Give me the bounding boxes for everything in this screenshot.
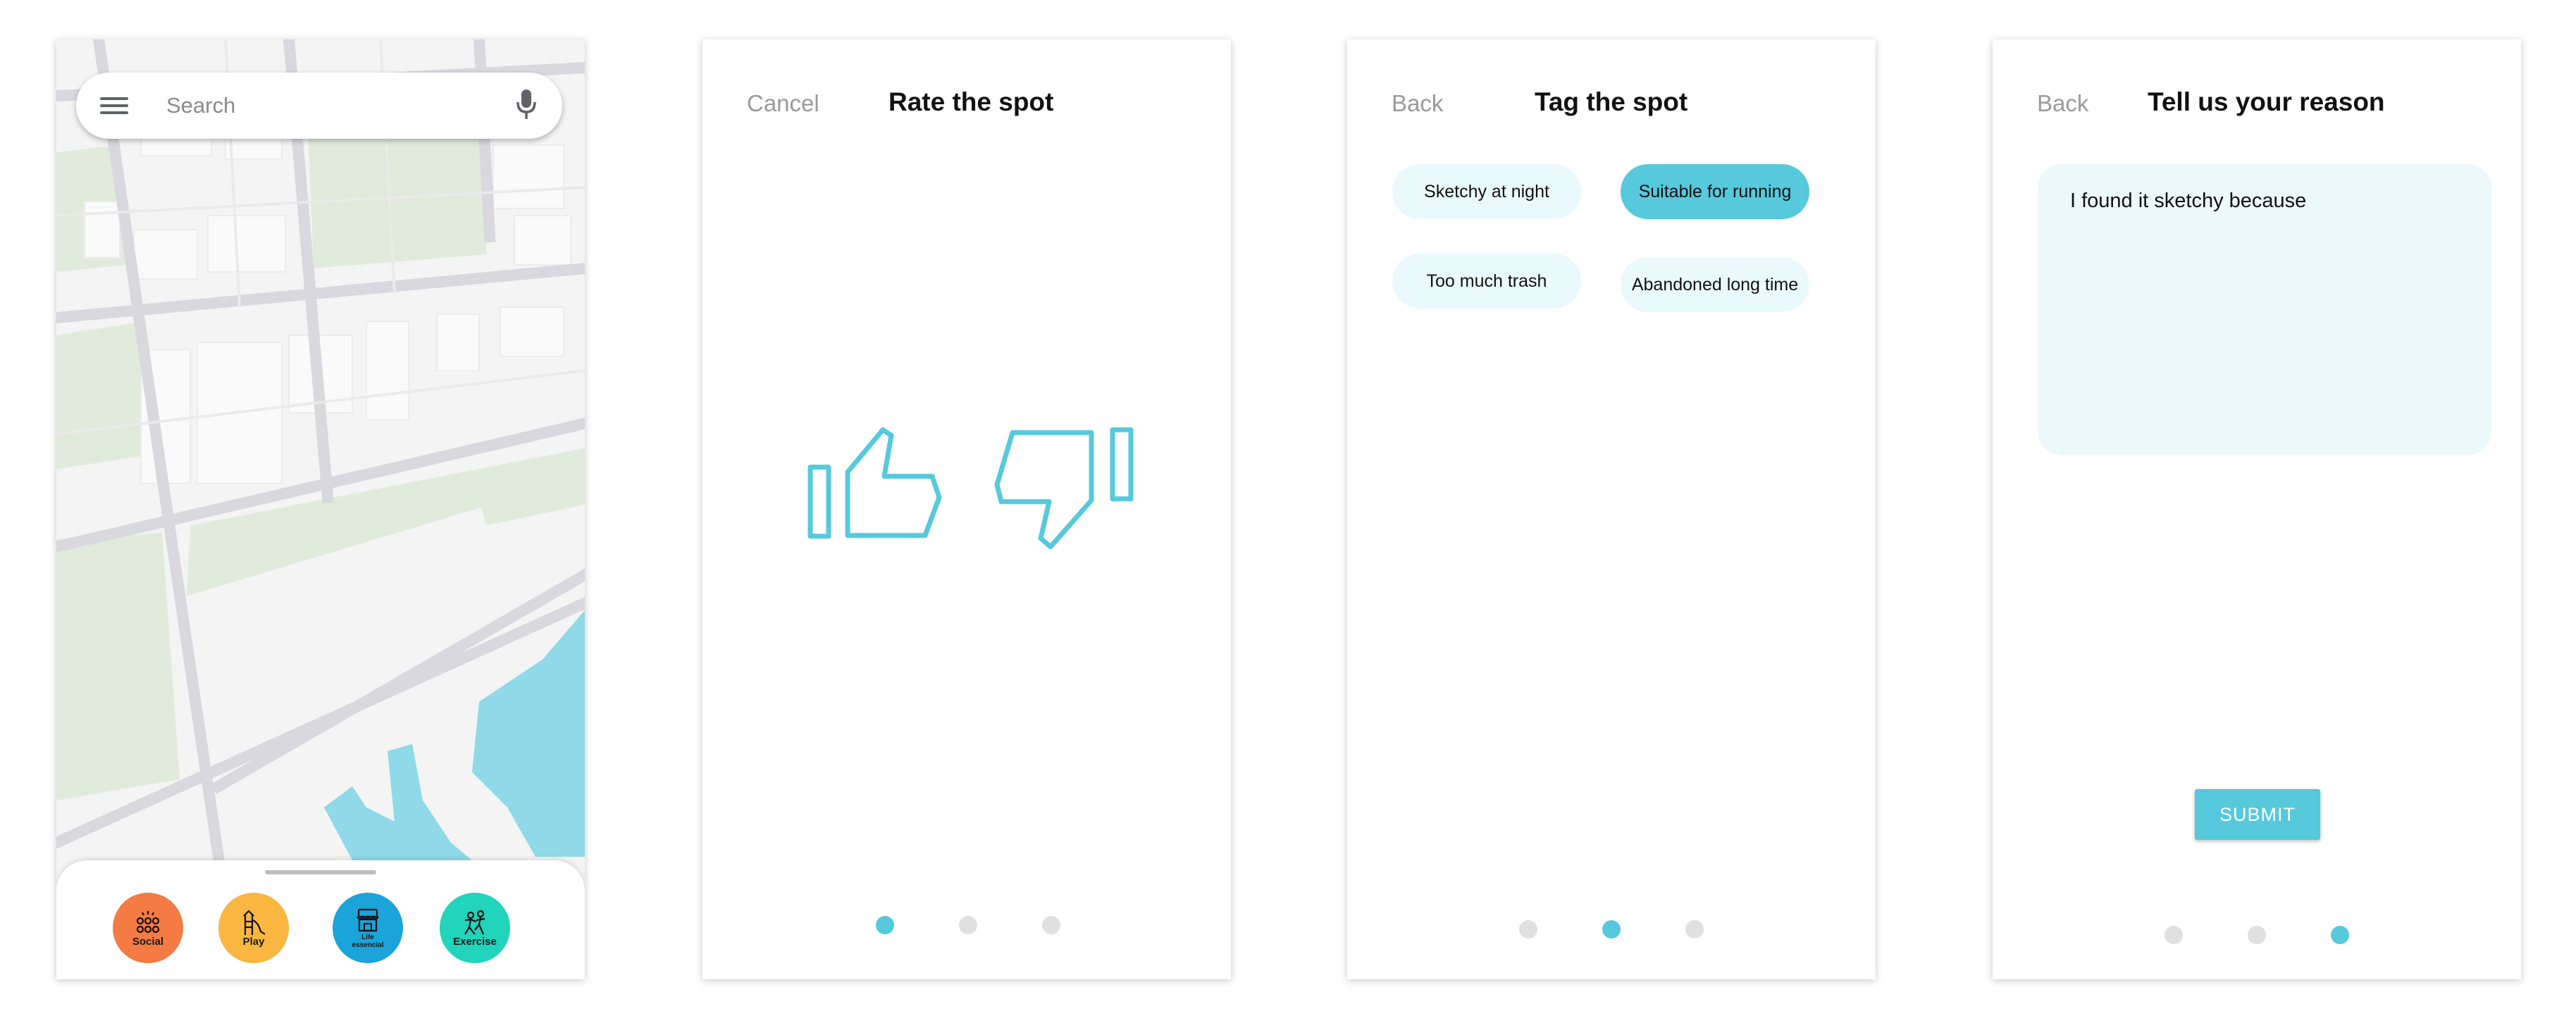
microphone-icon[interactable] [516,88,537,120]
page-dot-active [1602,920,1621,938]
page-dot [2165,926,2183,944]
tag-screen: Back Tag the spot Sketchy at night Suita… [1347,39,1876,979]
page-dot [1685,920,1704,938]
category-play-button[interactable]: Play [218,893,289,963]
category-sheet[interactable]: Social Play Life essencial Exercise [56,860,585,979]
page-indicator [1347,920,1876,941]
thumbs-down-icon[interactable] [993,426,1134,558]
category-exercise-button[interactable]: Exercise [440,893,510,963]
people-group-icon [136,910,160,933]
submit-button[interactable]: SUBMIT [2195,789,2320,840]
hamburger-menu-icon[interactable] [100,93,128,118]
reason-screen: Back Tell us your reason I found it sket… [1993,39,2521,979]
category-social-button[interactable]: Social [113,893,183,963]
page-dot [1519,920,1537,938]
rate-screen: Cancel Rate the spot [702,39,1231,979]
exercise-people-icon [464,910,485,935]
page-dot-active [876,916,894,934]
tag-chip[interactable]: Too much trash [1392,254,1581,309]
search-bar[interactable]: Search [76,73,562,139]
page-indicator [1993,926,2521,947]
page-title: Tag the spot [1535,87,1688,116]
back-button[interactable]: Back [1392,90,1443,117]
page-dot [1042,916,1060,934]
page-title: Rate the spot [888,87,1054,116]
category-label: Social [132,935,164,948]
sheet-handle[interactable] [265,870,376,874]
reason-textarea[interactable]: I found it sketchy because [2038,164,2491,455]
back-button[interactable]: Back [2037,90,2088,117]
cancel-button[interactable]: Cancel [747,90,819,117]
storefront-icon [357,908,379,932]
category-label: Play [242,935,265,948]
tag-chip-selected[interactable]: Suitable for running [1621,164,1809,219]
search-input[interactable]: Search [166,93,235,118]
map-view[interactable] [56,39,585,979]
page-dot [2248,926,2266,944]
thumbs-up-icon[interactable] [807,414,948,547]
category-label: Life essencial [352,934,384,949]
tag-chip[interactable]: Sketchy at night [1392,164,1581,219]
page-dot [959,916,977,934]
category-life-essencial-button[interactable]: Life essencial [333,893,403,963]
reason-text[interactable]: I found it sketchy because [2070,190,2306,213]
tag-chip[interactable]: Abandoned long time [1621,257,1809,312]
page-dot-active [2331,926,2349,944]
page-indicator [702,916,1231,937]
page-title: Tell us your reason [2148,87,2385,116]
playground-slide-icon [243,910,266,935]
map-screen: Search Social Play Life essencial Exerci… [56,39,585,979]
category-label: Exercise [453,935,497,948]
